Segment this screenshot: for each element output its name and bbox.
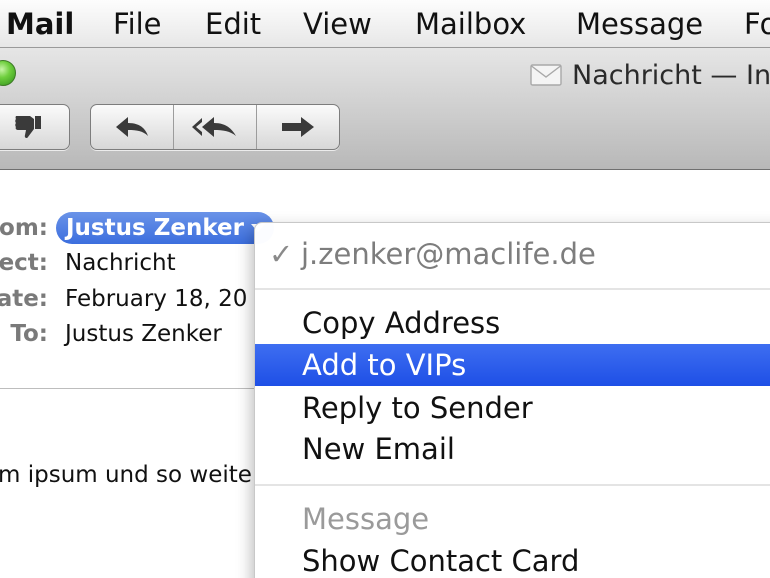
sender-name: Justus Zenker [66, 215, 244, 241]
reply-all-button[interactable] [173, 105, 256, 149]
reply-all-arrow-icon [190, 114, 240, 140]
date-label: ate: [0, 286, 48, 312]
menu-item-add-to-vips[interactable]: Add to VIPs [255, 344, 770, 386]
menu-item-new-email[interactable]: New Email [255, 428, 770, 470]
menu-item-copy-address[interactable]: Copy Address [255, 302, 770, 344]
to-value[interactable]: Justus Zenker [65, 319, 222, 349]
window-title-text: Nachricht — In [572, 59, 770, 91]
date-value: February 18, 20 [65, 286, 248, 312]
forward-button[interactable] [256, 105, 339, 149]
menu-format[interactable]: Fo [744, 4, 770, 44]
sender-context-menu: ✓ j.zenker@maclife.de Copy Address Add to… [254, 222, 770, 578]
zoom-button[interactable] [0, 60, 16, 86]
menu-view[interactable]: View [303, 4, 372, 44]
envelope-icon [530, 63, 562, 87]
menu-separator [255, 288, 770, 290]
reply-button-group [90, 104, 340, 150]
mail-app-window: Mail File Edit View Mailbox Message Fo N… [0, 0, 770, 578]
junk-button[interactable] [0, 105, 69, 149]
checkmark-icon: ✓ [269, 237, 294, 271]
email-address-text: j.zenker@maclife.de [301, 237, 596, 271]
to-label: To: [10, 321, 48, 347]
reply-button[interactable] [91, 105, 173, 149]
junk-button-group [0, 104, 70, 150]
menu-app-mail[interactable]: Mail [6, 4, 74, 44]
menu-file[interactable]: File [113, 4, 162, 44]
menu-section-message: Message [302, 502, 430, 536]
forward-arrow-icon [279, 114, 317, 140]
from-label: om: [0, 215, 48, 241]
sender-address-chip[interactable]: Justus Zenker [56, 212, 274, 244]
menu-item-show-contact-card[interactable]: Show Contact Card [255, 540, 770, 578]
menu-edit[interactable]: Edit [205, 4, 261, 44]
menu-bar: Mail File Edit View Mailbox Message Fo [0, 0, 770, 48]
menu-mailbox[interactable]: Mailbox [415, 4, 526, 44]
window-title: Nachricht — In [530, 58, 770, 92]
subject-label: ect: [0, 250, 48, 276]
menu-separator [255, 484, 770, 486]
thumbs-down-icon [12, 112, 46, 142]
subject-value: Nachricht [65, 250, 176, 276]
context-menu-email-address: ✓ j.zenker@maclife.de [255, 233, 770, 275]
reply-arrow-icon [112, 114, 152, 140]
message-body-text: m ipsum und so weite [0, 462, 252, 488]
menu-message[interactable]: Message [576, 4, 703, 44]
menu-item-reply-to-sender[interactable]: Reply to Sender [255, 387, 770, 429]
